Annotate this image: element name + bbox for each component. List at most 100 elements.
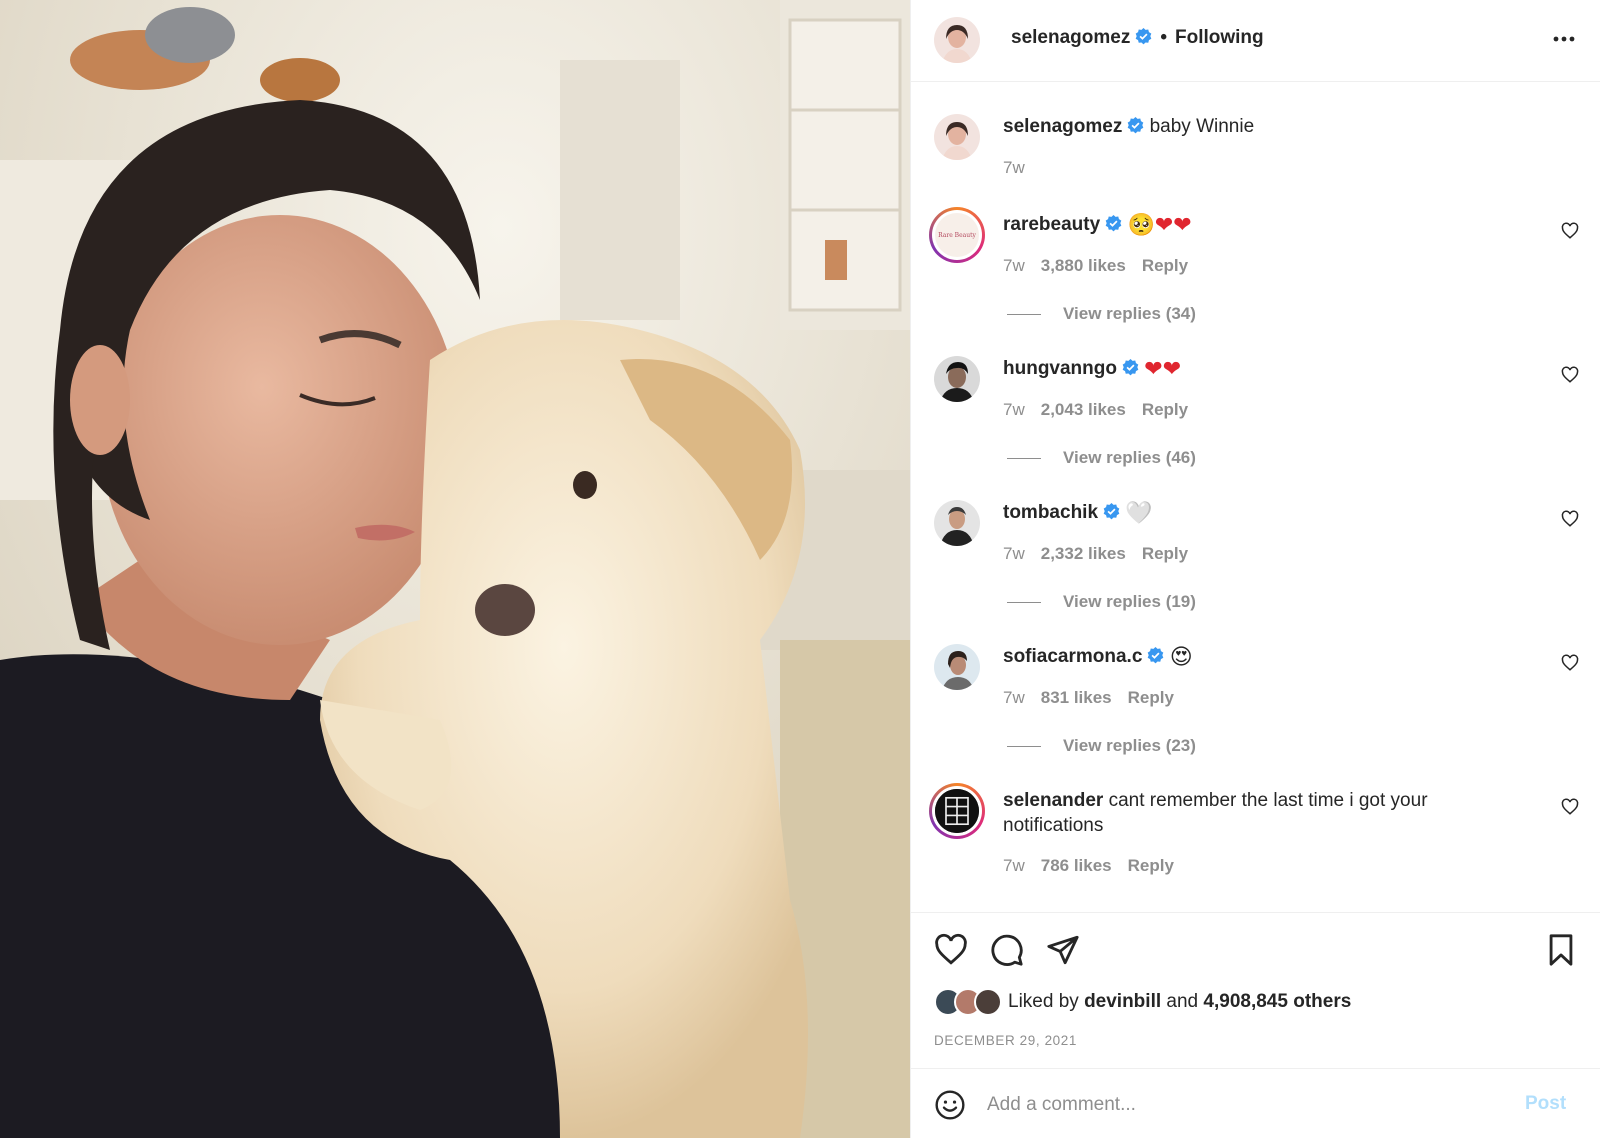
comments-list[interactable]: selenagomez baby Winnie 7w Rare Beauty r… [911, 82, 1600, 912]
comment-like-icon[interactable] [1561, 798, 1579, 816]
post-comment-button[interactable]: Post [1525, 1093, 1566, 1115]
comment-meta: 7w 3,880 likes Reply [1003, 256, 1204, 276]
comment-likes[interactable]: 2,332 likes [1041, 544, 1126, 563]
reply-button[interactable]: Reply [1128, 688, 1174, 707]
caption-time[interactable]: 7w [1003, 158, 1025, 177]
comment-username[interactable]: tombachik [1003, 502, 1098, 523]
comment-icon[interactable] [990, 933, 1024, 967]
comment-body: tombachik 🤍 [1003, 500, 1533, 526]
verified-badge-icon [1122, 359, 1139, 376]
view-replies-button[interactable]: View replies (34) [1007, 304, 1196, 324]
comment-body: rarebeauty 🥺❤❤ [1003, 212, 1533, 238]
verified-badge-icon [1147, 647, 1164, 664]
post-photo[interactable] [0, 0, 910, 1138]
comment-time[interactable]: 7w [1003, 400, 1025, 419]
caption-text: baby Winnie [1149, 116, 1255, 137]
replies-divider-line [1007, 314, 1041, 316]
reply-button[interactable]: Reply [1142, 256, 1188, 275]
comment-meta: 7w 2,043 likes Reply [1003, 400, 1204, 420]
heart-icon[interactable] [934, 933, 968, 967]
photo-illustration [0, 0, 910, 1138]
view-replies-button[interactable]: View replies (23) [1007, 736, 1196, 756]
smiley-icon[interactable] [934, 1089, 966, 1121]
replies-divider-line [1007, 602, 1041, 604]
comment-time[interactable]: 7w [1003, 688, 1025, 707]
liked-by-prefix: Liked by [1008, 991, 1079, 1012]
selenander-avatar-image [935, 789, 979, 833]
comment-body: selenander cant remember the last time i… [1003, 788, 1533, 838]
red-heart-emoji: ❤ [1154, 213, 1174, 238]
liked-by-avatars[interactable] [934, 988, 1008, 1016]
comment-avatar[interactable]: Rare Beauty [929, 207, 985, 263]
view-replies-button[interactable]: View replies (19) [1007, 592, 1196, 612]
comment-likes[interactable]: 3,880 likes [1041, 256, 1126, 275]
comment-username[interactable]: selenander [1003, 790, 1103, 811]
liked-by-others[interactable]: 4,908,845 others [1203, 991, 1351, 1012]
view-replies-label: View replies (46) [1063, 448, 1196, 467]
comment-likes[interactable]: 786 likes [1041, 856, 1112, 875]
red-heart-emoji: ❤ [1173, 213, 1192, 238]
liked-by-avatar [974, 988, 1002, 1016]
liked-by-user[interactable]: devinbill [1084, 991, 1161, 1012]
comment-time[interactable]: 7w [1003, 544, 1025, 563]
author-username[interactable]: selenagomez [1011, 27, 1130, 48]
caption-body: selenagomez baby Winnie [1003, 114, 1533, 139]
comment-body: sofiacarmona.c 😍 [1003, 644, 1533, 670]
red-heart-emoji: ❤ [1144, 357, 1163, 382]
comment-username[interactable]: sofiacarmona.c [1003, 646, 1142, 667]
white-heart-emoji: 🤍 [1125, 501, 1153, 526]
comment-body: hungvanngo ❤❤ [1003, 356, 1533, 382]
heart-eyes-emoji: 😍 [1169, 645, 1193, 670]
caption-avatar[interactable] [934, 114, 980, 160]
comment-meta: 7w 2,332 likes Reply [1003, 544, 1204, 564]
caption-username[interactable]: selenagomez [1003, 116, 1122, 137]
following-button[interactable]: Following [1175, 27, 1264, 48]
comment-likes[interactable]: 831 likes [1041, 688, 1112, 707]
verified-badge-icon [1135, 28, 1152, 45]
comment-username[interactable]: rarebeauty [1003, 214, 1100, 235]
verified-badge-icon [1103, 503, 1120, 520]
replies-divider-line [1007, 458, 1041, 460]
caption-meta: 7w [1003, 158, 1041, 178]
post-side-panel: selenagomez • Following selenagomez baby… [910, 0, 1600, 1138]
comment-time[interactable]: 7w [1003, 256, 1025, 275]
more-options-icon[interactable] [1551, 26, 1577, 52]
header-dot-separator: • [1160, 27, 1167, 48]
liked-by-and: and [1166, 991, 1199, 1012]
comment-like-icon[interactable] [1561, 222, 1579, 240]
reply-button[interactable]: Reply [1142, 544, 1188, 563]
comment-input[interactable] [987, 1087, 1507, 1123]
post-date[interactable]: DECEMBER 29, 2021 [934, 1033, 1077, 1048]
verified-badge-icon [1105, 215, 1122, 232]
header-user-row: selenagomez • Following [1011, 27, 1264, 49]
author-avatar[interactable] [934, 17, 980, 63]
bookmark-icon[interactable] [1544, 933, 1578, 967]
comment-like-icon[interactable] [1561, 510, 1579, 528]
instagram-post: selenagomez • Following selenagomez baby… [0, 0, 1600, 1138]
replies-divider-line [1007, 746, 1041, 748]
comment-avatar[interactable] [934, 356, 980, 402]
comment-likes[interactable]: 2,043 likes [1041, 400, 1126, 419]
reply-button[interactable]: Reply [1128, 856, 1174, 875]
add-comment-bar: Post [911, 1068, 1600, 1138]
red-heart-emoji: ❤ [1162, 357, 1182, 382]
verified-badge-icon [1127, 117, 1144, 134]
comment-like-icon[interactable] [1561, 654, 1579, 672]
share-icon[interactable] [1046, 933, 1080, 967]
comment-username[interactable]: hungvanngo [1003, 358, 1117, 379]
comment-avatar[interactable] [934, 500, 980, 546]
reply-button[interactable]: Reply [1142, 400, 1188, 419]
pleading-face-emoji: 🥺 [1127, 213, 1155, 238]
rarebeauty-logo: Rare Beauty [938, 231, 976, 239]
view-replies-label: View replies (19) [1063, 592, 1196, 611]
comment-time[interactable]: 7w [1003, 856, 1025, 875]
comment-like-icon[interactable] [1561, 366, 1579, 384]
post-actions: Liked by devinbill and 4,908,845 others … [911, 912, 1600, 1068]
view-replies-label: View replies (23) [1063, 736, 1196, 755]
comment-avatar[interactable] [929, 783, 985, 839]
liked-by-text: Liked by devinbill and 4,908,845 others [1008, 991, 1351, 1013]
comment-meta: 7w 831 likes Reply [1003, 688, 1190, 708]
comment-avatar[interactable] [934, 644, 980, 690]
view-replies-button[interactable]: View replies (46) [1007, 448, 1196, 468]
post-header: selenagomez • Following [911, 0, 1600, 82]
